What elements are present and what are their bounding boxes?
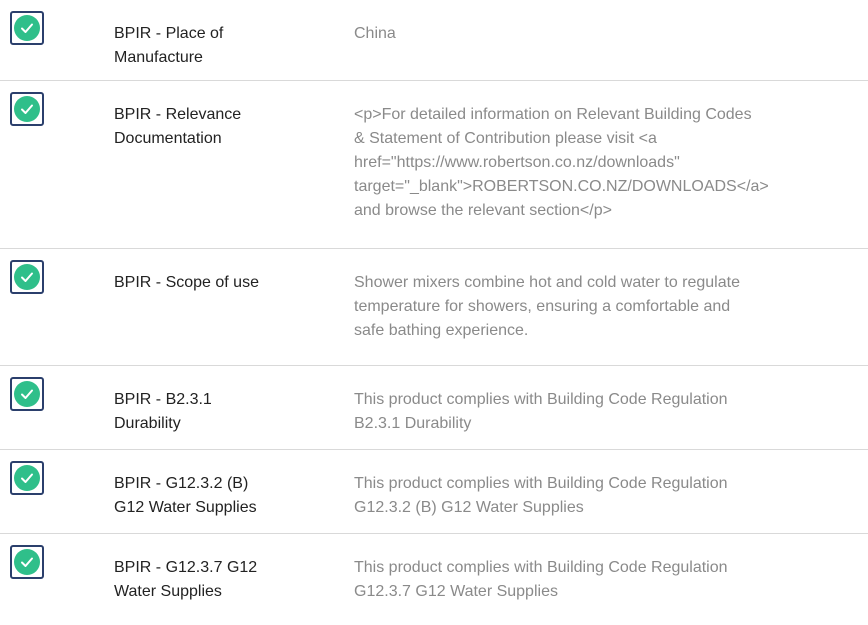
checkbox[interactable] <box>10 461 44 495</box>
spec-value-line: This product complies with Building Code… <box>354 391 728 408</box>
spec-label: BPIR - Relevance Documentation <box>114 103 314 151</box>
checkbox[interactable] <box>10 92 44 126</box>
checkbox[interactable] <box>10 545 44 579</box>
spec-value-line: safe bathing experience. <box>354 322 529 339</box>
spec-label: BPIR - Scope of use <box>114 271 314 295</box>
checkmark-icon <box>21 272 33 282</box>
spec-value: This product complies with Building Code… <box>354 556 860 604</box>
spec-value-line: target="_blank">ROBERTSON.CO.NZ/DOWNLOAD… <box>354 178 769 195</box>
checkmark-icon <box>21 104 33 114</box>
spec-label: BPIR - G12.3.2 (B) G12 Water Supplies <box>114 472 314 520</box>
spec-row: BPIR - Relevance Documentation <p>For de… <box>0 81 868 249</box>
spec-value-line: & Statement of Contribution please visit… <box>354 130 657 147</box>
spec-value-line: <p>For detailed information on Relevant … <box>354 106 752 123</box>
spec-value-line: G12.3.7 G12 Water Supplies <box>354 583 558 600</box>
spec-value: Shower mixers combine hot and cold water… <box>354 271 860 343</box>
spec-label-line: BPIR - G12.3.7 G12 <box>114 559 258 576</box>
spec-label-line: Manufacture <box>114 49 203 66</box>
spec-label-line: Durability <box>114 415 181 432</box>
spec-row: BPIR - B2.3.1 Durability This product co… <box>0 366 868 450</box>
spec-row: BPIR - Place of Manufacture China <box>0 0 868 81</box>
spec-value: This product complies with Building Code… <box>354 388 860 436</box>
spec-label-line: BPIR - Relevance <box>114 106 242 123</box>
spec-label: BPIR - Place of Manufacture <box>114 22 314 70</box>
spec-value-line: Shower mixers combine hot and cold water… <box>354 274 740 291</box>
spec-value-line: This product complies with Building Code… <box>354 475 728 492</box>
spec-value: This product complies with Building Code… <box>354 472 860 520</box>
spec-label-line: Water Supplies <box>114 583 222 600</box>
spec-row: BPIR - Scope of use Shower mixers combin… <box>0 249 868 366</box>
spec-label: BPIR - G12.3.7 G12 Water Supplies <box>114 556 314 604</box>
spec-value: China <box>354 22 860 46</box>
spec-value-line: This product complies with Building Code… <box>354 559 728 576</box>
spec-value-line: temperature for showers, ensuring a comf… <box>354 298 731 315</box>
checkbox[interactable] <box>10 11 44 45</box>
spec-label-line: BPIR - Place of <box>114 25 224 42</box>
checkmark-icon <box>21 23 33 33</box>
spec-label-line: Documentation <box>114 130 222 147</box>
spec-row: BPIR - G12.3.2 (B) G12 Water Supplies Th… <box>0 450 868 534</box>
spec-label-line: BPIR - G12.3.2 (B) <box>114 475 249 492</box>
checkbox[interactable] <box>10 377 44 411</box>
spec-value-line: and browse the relevant section</p> <box>354 202 612 219</box>
checkmark-icon <box>21 389 33 399</box>
checkmark-icon <box>21 473 33 483</box>
spec-value-line: G12.3.2 (B) G12 Water Supplies <box>354 499 584 516</box>
spec-value-line: B2.3.1 Durability <box>354 415 472 432</box>
spec-value-line: China <box>354 25 396 42</box>
checkbox[interactable] <box>10 260 44 294</box>
spec-label-line: BPIR - Scope of use <box>114 274 259 291</box>
spec-value: <p>For detailed information on Relevant … <box>354 103 860 223</box>
checkmark-icon <box>21 557 33 567</box>
spec-value-line: href="https://www.robertson.co.nz/downlo… <box>354 154 680 171</box>
spec-label-line: BPIR - B2.3.1 <box>114 391 212 408</box>
spec-label-line: G12 Water Supplies <box>114 499 257 516</box>
spec-row: BPIR - G12.3.7 G12 Water Supplies This p… <box>0 534 868 624</box>
spec-label: BPIR - B2.3.1 Durability <box>114 388 314 436</box>
